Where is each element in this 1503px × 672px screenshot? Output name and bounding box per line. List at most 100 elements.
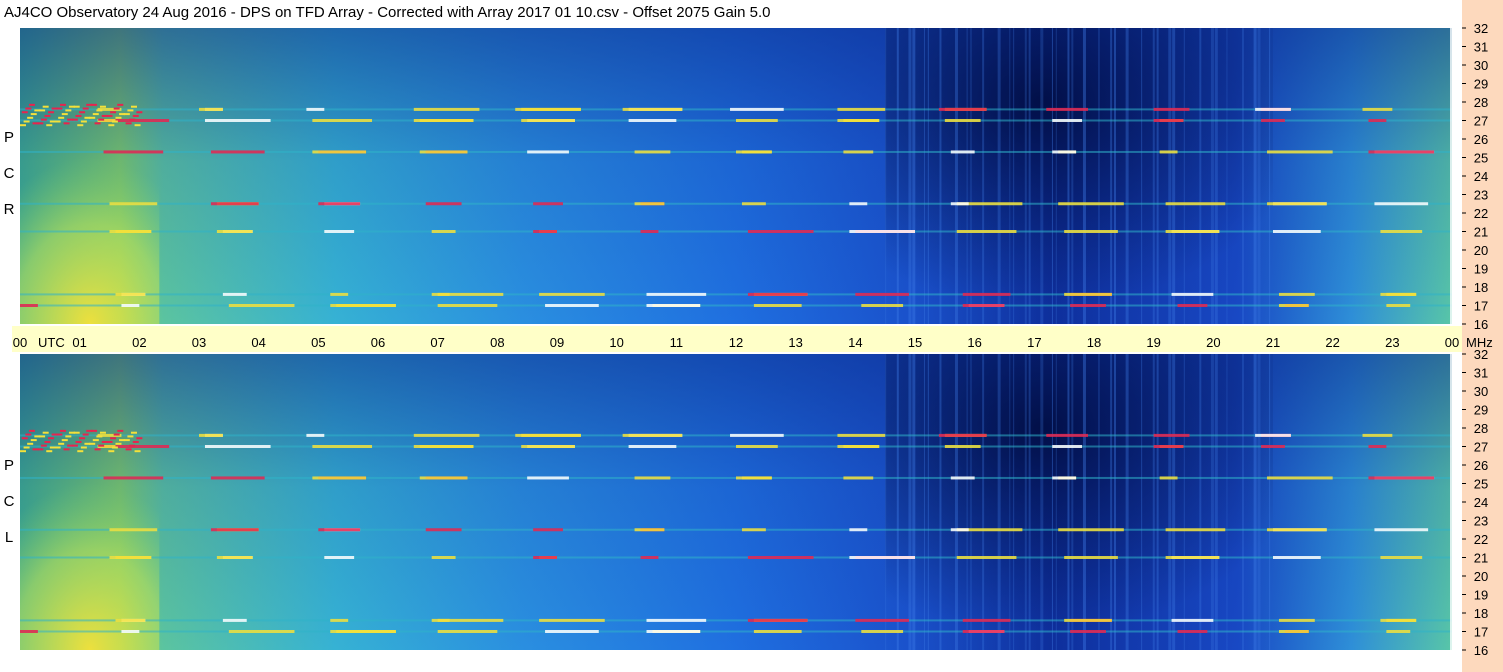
band-segment	[1177, 304, 1208, 307]
speckle	[40, 444, 47, 447]
vertical-streak	[1055, 354, 1057, 650]
speckle	[115, 442, 122, 445]
band-segment	[634, 528, 665, 532]
band-segment	[330, 292, 349, 296]
vertical-streak	[1199, 354, 1202, 650]
band-segment	[413, 119, 474, 122]
speckle	[98, 118, 105, 121]
vertical-streak	[1098, 28, 1100, 324]
speckle	[68, 431, 75, 434]
speckle	[61, 113, 68, 116]
band-segment	[1267, 476, 1333, 480]
band-segment	[950, 528, 969, 532]
band-segment	[747, 292, 808, 296]
frequency-tick-label: 17	[1474, 299, 1488, 314]
vertical-streak	[1009, 28, 1011, 324]
time-tick-label: 05	[311, 335, 325, 350]
speckle	[44, 440, 51, 443]
band-segment	[318, 528, 361, 532]
band-segment	[1165, 556, 1220, 559]
band-segment	[747, 618, 808, 622]
band-segment	[1386, 304, 1411, 307]
speckle	[130, 431, 137, 434]
speckle	[92, 113, 99, 116]
speckle	[67, 118, 74, 121]
speckle	[65, 109, 72, 112]
band-segment	[1052, 119, 1083, 122]
vertical-streak	[1071, 354, 1074, 650]
speckle	[127, 109, 134, 112]
band-segment	[956, 230, 1017, 233]
time-unit-label: UTC	[38, 335, 65, 350]
speckle	[80, 446, 87, 449]
band-segment	[849, 202, 868, 206]
band-segment	[730, 433, 784, 437]
band-segment	[413, 433, 480, 437]
vertical-streak	[1141, 354, 1143, 650]
vertical-streak	[1226, 28, 1228, 324]
band-segment	[646, 304, 701, 307]
speckle	[110, 437, 117, 440]
time-tick-label: 15	[908, 335, 922, 350]
vertical-streak	[1156, 28, 1159, 324]
speckle	[27, 116, 34, 119]
vertical-streak	[908, 354, 912, 650]
band-segment	[1165, 202, 1226, 206]
speckle	[98, 444, 105, 447]
speckle	[63, 122, 70, 125]
band-segment	[306, 107, 325, 111]
speckle	[59, 429, 66, 432]
speckle	[75, 114, 82, 117]
vertical-streak	[1113, 28, 1116, 324]
band-segment	[1159, 150, 1178, 154]
speckle	[21, 111, 28, 114]
vertical-streak	[939, 28, 942, 324]
vertical-streak	[1028, 354, 1031, 650]
vertical-streak	[1214, 28, 1218, 324]
band-segment	[646, 630, 701, 633]
frequency-tick-label: 21	[1474, 225, 1488, 240]
time-tick-label: 22	[1325, 335, 1339, 350]
speckle	[82, 433, 89, 436]
speckle	[49, 120, 56, 123]
band-segment	[1368, 445, 1387, 448]
band-segment	[837, 433, 886, 437]
band-segment	[1153, 433, 1190, 437]
frequency-unit-label: MHz	[1466, 335, 1493, 350]
vertical-streak	[1156, 354, 1159, 650]
band-segment	[312, 445, 373, 448]
vertical-streak	[1125, 28, 1129, 324]
band-segment	[1374, 202, 1429, 206]
frequency-tick-label: 31	[1474, 366, 1488, 381]
vertical-streak	[927, 354, 929, 650]
band-segment	[1064, 292, 1112, 296]
right-edge-line	[1450, 354, 1452, 650]
time-tick-label: 18	[1087, 335, 1101, 350]
band-segment	[210, 202, 259, 206]
frequency-tick-label: 30	[1474, 384, 1488, 399]
band-segment	[312, 119, 373, 122]
band-segment	[849, 528, 868, 532]
band-segment	[1362, 107, 1393, 111]
speckle	[21, 437, 28, 440]
vertical-streak	[885, 354, 887, 650]
frequency-tick-label: 16	[1474, 643, 1488, 658]
vertical-streak	[1257, 354, 1261, 650]
frequency-tick-label: 20	[1474, 569, 1488, 584]
band-segment	[622, 433, 683, 437]
vertical-streak	[1210, 28, 1214, 324]
band-segment	[950, 202, 969, 206]
speckle	[32, 122, 39, 125]
vertical-streak	[939, 354, 942, 650]
band-segment	[545, 630, 599, 633]
band-segment	[533, 556, 557, 559]
band-segment	[1374, 528, 1429, 532]
band-segment	[1064, 230, 1118, 233]
vertical-streak	[1013, 354, 1015, 650]
speckle	[86, 103, 93, 106]
time-tick-label: 10	[609, 335, 623, 350]
speckle	[115, 116, 122, 119]
time-tick-label: 04	[251, 335, 265, 350]
band-segment	[109, 556, 152, 559]
band-segment	[1261, 445, 1285, 448]
